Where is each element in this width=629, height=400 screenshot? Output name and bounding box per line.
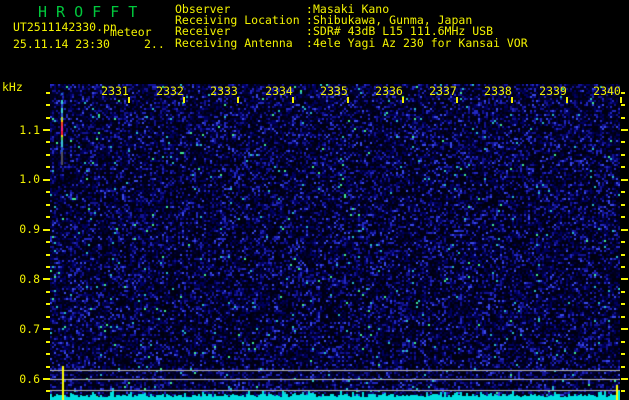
y-minor-tick-right: [621, 291, 625, 293]
y-minor-tick-right: [621, 316, 625, 318]
y-tick-right: [621, 278, 628, 280]
spectrogram-canvas: [50, 84, 620, 400]
x-tick-label: 2336: [375, 84, 403, 98]
echo-counter: 2..: [144, 37, 165, 51]
y-tick-label: 1.1: [19, 122, 40, 137]
x-tick-label: 2332: [156, 84, 184, 98]
y-minor-tick: [46, 366, 50, 368]
output-filename: UT2511142330.pn: [13, 20, 117, 34]
y-tick-label: 0.6: [19, 371, 40, 386]
hrofft-screen: H R O F F T UT2511142330.pn meteor 25.11…: [0, 0, 629, 400]
x-tick: [347, 97, 349, 103]
y-minor-tick-right: [621, 117, 625, 119]
x-tick: [511, 97, 513, 103]
x-tick-label: 2338: [484, 84, 512, 98]
y-tick-right: [621, 378, 628, 380]
x-tick-label: 2340: [593, 84, 621, 98]
y-tick-right: [621, 328, 628, 330]
y-minor-tick-right: [621, 141, 625, 143]
x-tick: [292, 97, 294, 103]
y-minor-tick-right: [621, 216, 625, 218]
y-minor-tick: [46, 341, 50, 343]
app-title: H R O F F T: [38, 3, 138, 21]
y-axis-unit-label: kHz: [2, 80, 23, 94]
x-tick-label: 2333: [210, 84, 238, 98]
y-minor-tick-right: [621, 390, 625, 392]
y-minor-tick: [46, 154, 50, 156]
y-tick: [43, 129, 50, 131]
y-tick-label: 0.7: [19, 321, 40, 336]
x-tick: [566, 97, 568, 103]
y-minor-tick-right: [621, 353, 625, 355]
y-minor-tick-right: [621, 154, 625, 156]
y-minor-tick-right: [621, 104, 625, 106]
x-tick-label: 2335: [320, 84, 348, 98]
observation-datetime: 25.11.14 23:30: [13, 37, 110, 51]
y-minor-tick-right: [621, 166, 625, 168]
y-minor-tick: [46, 291, 50, 293]
x-tick-label: 2339: [539, 84, 567, 98]
y-tick: [43, 378, 50, 380]
x-tick-label: 2331: [101, 84, 129, 98]
y-tick-right: [621, 129, 628, 131]
y-minor-tick-right: [621, 254, 625, 256]
info-label: Receiving Antenna: [175, 35, 293, 50]
x-tick: [620, 97, 622, 103]
y-tick-right: [621, 229, 628, 231]
y-minor-tick-right: [621, 92, 625, 94]
x-tick: [237, 97, 239, 103]
y-tick-right: [621, 179, 628, 181]
y-minor-tick-right: [621, 341, 625, 343]
y-tick: [43, 278, 50, 280]
y-minor-tick-right: [621, 204, 625, 206]
y-minor-tick: [46, 316, 50, 318]
x-tick: [128, 97, 130, 103]
y-minor-tick: [46, 353, 50, 355]
y-minor-tick: [46, 191, 50, 193]
info-value: 4ele Yagi Az 230 for Kansai VOR: [313, 35, 528, 50]
y-tick: [43, 229, 50, 231]
y-minor-tick: [46, 303, 50, 305]
x-tick-label: 2334: [265, 84, 293, 98]
y-minor-tick: [46, 141, 50, 143]
y-tick-label: 0.9: [19, 222, 40, 237]
x-tick: [402, 97, 404, 103]
info-row-antenna: Receiving Antenna : 4ele Yagi Az 230 for…: [175, 35, 528, 50]
y-minor-tick: [46, 92, 50, 94]
y-minor-tick-right: [621, 366, 625, 368]
x-tick: [456, 97, 458, 103]
y-tick: [43, 179, 50, 181]
y-minor-tick: [46, 204, 50, 206]
y-minor-tick: [46, 117, 50, 119]
info-separator: :: [299, 35, 320, 50]
y-minor-tick: [46, 166, 50, 168]
x-tick-label: 2337: [429, 84, 457, 98]
y-minor-tick: [46, 216, 50, 218]
y-minor-tick: [46, 104, 50, 106]
y-minor-tick-right: [621, 303, 625, 305]
y-minor-tick: [46, 266, 50, 268]
y-minor-tick: [46, 390, 50, 392]
y-minor-tick-right: [621, 191, 625, 193]
station-info-table: Observer : Masaki Kano Receiving Locatio…: [175, 3, 528, 50]
y-tick-label: 1.0: [19, 172, 40, 187]
y-tick: [43, 328, 50, 330]
y-minor-tick-right: [621, 241, 625, 243]
y-tick-label: 0.8: [19, 271, 40, 286]
x-tick: [183, 97, 185, 103]
y-minor-tick: [46, 254, 50, 256]
y-minor-tick: [46, 241, 50, 243]
y-minor-tick-right: [621, 266, 625, 268]
